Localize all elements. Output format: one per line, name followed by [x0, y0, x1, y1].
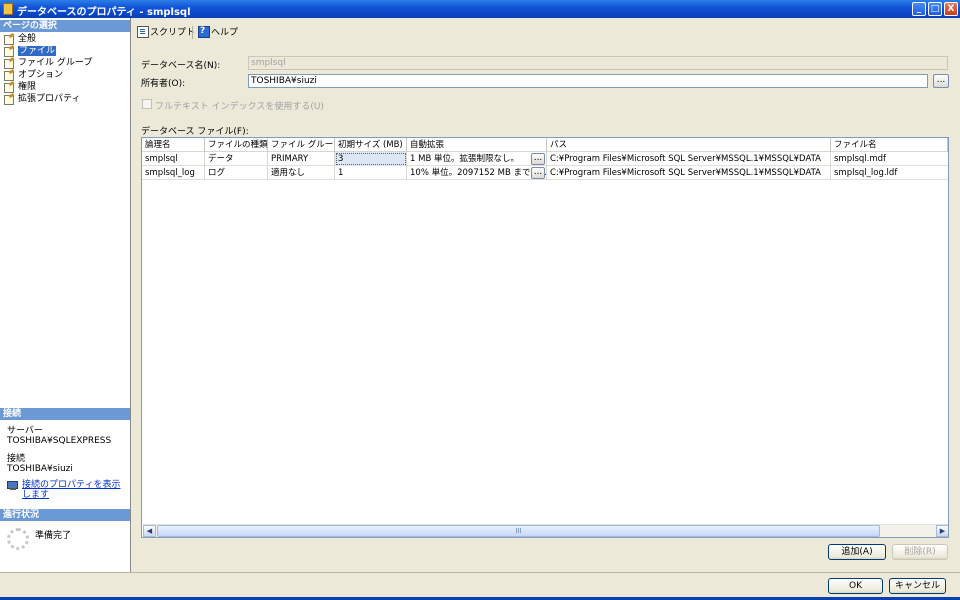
table-row[interactable]: smplsql_log ログ 適用なし 1 10% 単位。2097152 MB … [142, 166, 948, 180]
page-icon [3, 94, 15, 105]
main-panel: スクリプト ▾ ヘルプ データベース名(N): smplsql 所有者(O): … [131, 18, 960, 572]
connection-label: 接続 [7, 454, 26, 464]
left-panel: ページの選択 全般 ファイル ファイル グループ オプション 権限 拡張プロパテ… [0, 18, 131, 572]
connection-properties-icon [7, 481, 19, 491]
column-header-path[interactable]: パス [547, 138, 831, 152]
window-title: データベースのプロパティ - smplsql [17, 7, 191, 18]
page-item-label: ファイル グループ [18, 58, 93, 68]
autogrowth-edit-button[interactable]: ... [531, 153, 545, 165]
page-item-label: オプション [18, 70, 64, 80]
maximize-button[interactable]: □ [928, 2, 942, 16]
app-icon [3, 3, 13, 15]
progress-spinner-icon [7, 528, 29, 550]
page-item-label: 権限 [18, 82, 37, 92]
page-item-permissions[interactable]: 権限 [0, 81, 130, 93]
fulltext-checkbox[interactable] [142, 99, 152, 109]
cell-path[interactable]: C:¥Program Files¥Microsoft SQL Server¥MS… [547, 166, 831, 180]
scroll-thumb[interactable]: III [157, 525, 880, 537]
toolbar: スクリプト ▾ ヘルプ [131, 18, 960, 44]
cell-filegroup: 適用なし [268, 166, 335, 180]
progress-status: 準備完了 [35, 531, 72, 541]
cell-initial-size[interactable]: 1 [335, 166, 407, 180]
page-item-label: 拡張プロパティ [18, 94, 81, 104]
fulltext-label: フルテキスト インデックスを使用する(U) [155, 102, 324, 112]
cell-file-type: データ [205, 152, 268, 166]
column-header-file-name[interactable]: ファイル名 [831, 138, 948, 152]
db-name-label: データベース名(N): [141, 61, 221, 71]
server-value: TOSHIBA¥SQLEXPRESS [7, 436, 112, 446]
help-icon [198, 24, 210, 38]
page-icon [3, 82, 15, 93]
page-icon [3, 34, 15, 45]
minimize-button[interactable]: _ [912, 2, 926, 16]
page-item-filegroups[interactable]: ファイル グループ [0, 57, 130, 69]
scroll-right-arrow-icon[interactable]: ▶ [936, 525, 948, 537]
column-header-logical-name[interactable]: 論理名 [142, 138, 205, 152]
page-item-options[interactable]: オプション [0, 69, 130, 81]
connection-link-label: 接続のプロパティを表示します [22, 480, 121, 500]
title-bar: データベースのプロパティ - smplsql _ □ X [0, 0, 960, 18]
ok-button[interactable]: OK [828, 578, 883, 594]
cell-logical-name[interactable]: smplsql_log [142, 166, 205, 180]
autogrowth-edit-button[interactable]: ... [531, 167, 545, 179]
pages-header: ページの選択 [0, 20, 130, 32]
toolbar-separator [192, 26, 193, 39]
cell-file-name[interactable]: smplsql_log.ldf [831, 166, 948, 180]
cell-file-type: ログ [205, 166, 268, 180]
remove-button[interactable]: 削除(R) [892, 544, 948, 560]
page-item-extended-properties[interactable]: 拡張プロパティ [0, 93, 130, 105]
page-icon [3, 58, 15, 69]
view-connection-properties-link[interactable]: 接続のプロパティを表示します [7, 480, 127, 500]
column-header-autogrowth[interactable]: 自動拡張 [407, 138, 547, 152]
close-button[interactable]: X [944, 2, 958, 16]
cell-autogrowth: 10% 単位。2097152 MB までに... [407, 166, 547, 180]
cell-file-name[interactable]: smplsql.mdf [831, 152, 948, 166]
page-icon [3, 70, 15, 81]
cancel-button[interactable]: キャンセル [889, 578, 946, 594]
server-label: サーバー [7, 426, 43, 436]
add-button[interactable]: 追加(A) [828, 544, 886, 560]
cell-logical-name[interactable]: smplsql [142, 152, 205, 166]
owner-browse-button[interactable]: ... [933, 74, 949, 88]
cell-path[interactable]: C:¥Program Files¥Microsoft SQL Server¥MS… [547, 152, 831, 166]
help-button[interactable]: ヘルプ [198, 24, 239, 40]
column-header-filegroup[interactable]: ファイル グループ [268, 138, 335, 152]
cell-initial-size[interactable]: 3 [335, 152, 407, 166]
cell-filegroup[interactable]: PRIMARY [268, 152, 335, 166]
connection-value: TOSHIBA¥siuzi [7, 464, 73, 474]
db-files-table: 論理名 ファイルの種類 ファイル グループ 初期サイズ (MB) 自動拡張 パス… [141, 137, 949, 538]
table-header: 論理名 ファイルの種類 ファイル グループ 初期サイズ (MB) 自動拡張 パス… [142, 138, 948, 152]
owner-label: 所有者(O): [141, 79, 186, 89]
owner-field[interactable]: TOSHIBA¥siuzi [248, 74, 928, 88]
help-label: ヘルプ [211, 28, 239, 38]
script-icon [137, 26, 149, 38]
page-item-label: 全般 [18, 34, 37, 44]
horizontal-scrollbar[interactable]: ◀ III ▶ [143, 524, 948, 537]
progress-header: 進行状況 [0, 509, 130, 521]
script-button[interactable]: スクリプト ▾ [137, 26, 205, 40]
connection-header: 接続 [0, 408, 130, 420]
column-header-file-type[interactable]: ファイルの種類 [205, 138, 268, 152]
connection-info: サーバー TOSHIBA¥SQLEXPRESS 接続 TOSHIBA¥siuzi [7, 426, 127, 474]
scroll-left-arrow-icon[interactable]: ◀ [143, 525, 156, 537]
page-item-general[interactable]: 全般 [0, 33, 130, 45]
page-list: 全般 ファイル ファイル グループ オプション 権限 拡張プロパティ [0, 33, 130, 105]
page-icon [3, 46, 15, 57]
script-label: スクリプト [150, 28, 196, 38]
page-item-label: ファイル [18, 46, 57, 56]
column-header-initial-size[interactable]: 初期サイズ (MB) [335, 138, 407, 152]
table-row[interactable]: smplsql データ PRIMARY 3 1 MB 単位。拡張制限なし。 ..… [142, 152, 948, 166]
db-name-field: smplsql [248, 56, 948, 70]
cell-autogrowth: 1 MB 単位。拡張制限なし。 [407, 152, 547, 166]
page-item-files[interactable]: ファイル [0, 45, 130, 57]
dialog-footer: OK キャンセル [0, 572, 960, 600]
db-files-label: データベース ファイル(F): [141, 127, 249, 137]
